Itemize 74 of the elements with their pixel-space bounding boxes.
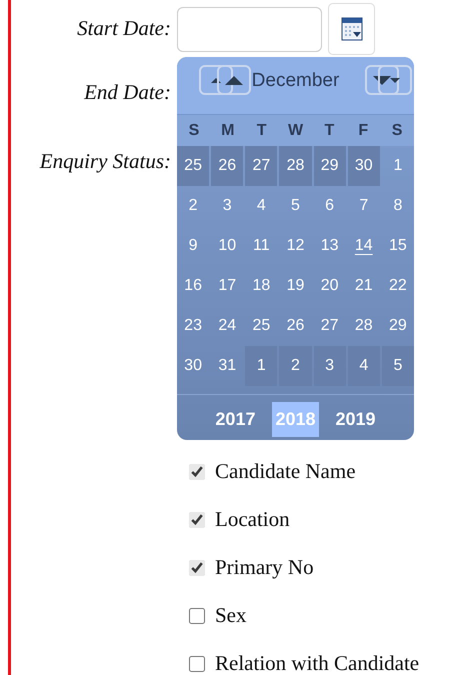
up-triangle-icon <box>225 76 243 84</box>
checkbox[interactable] <box>189 608 205 624</box>
day-button[interactable]: 27 <box>314 306 346 346</box>
month-label: December <box>252 69 340 94</box>
weekday-label: T <box>323 120 336 140</box>
weekday-label: S <box>188 120 200 140</box>
day-button[interactable]: 25 <box>245 306 278 346</box>
day-button[interactable]: 9 <box>177 226 210 266</box>
day-button[interactable]: 8 <box>382 186 414 226</box>
calendar-icon <box>340 17 362 41</box>
up-triangle-icon <box>211 78 221 82</box>
year-button[interactable]: 2017 <box>212 402 258 437</box>
weekday-label: W <box>286 120 304 140</box>
day-button[interactable]: 1 <box>382 146 414 186</box>
checkbox-label: Sex <box>215 602 246 630</box>
day-button[interactable]: 7 <box>348 186 380 226</box>
day-button[interactable]: 19 <box>279 266 312 306</box>
day-button[interactable]: 29 <box>314 146 346 186</box>
next-month-button[interactable] <box>365 65 399 95</box>
day-button[interactable]: 20 <box>314 266 346 306</box>
day-button[interactable]: 6 <box>314 186 346 226</box>
day-button[interactable]: 5 <box>279 186 312 226</box>
weekday-label: M <box>220 120 236 140</box>
previous-month-button[interactable] <box>217 65 251 95</box>
day-button[interactable]: 31 <box>211 346 244 386</box>
day-button[interactable]: 25 <box>177 146 210 186</box>
field-label: Start Date: <box>76 15 171 42</box>
day-button[interactable]: 15 <box>382 226 414 266</box>
field-label: End Date: <box>83 79 171 106</box>
day-button[interactable]: 29 <box>382 306 414 346</box>
day-button[interactable]: 18 <box>245 266 278 306</box>
day-button[interactable]: 11 <box>245 226 278 266</box>
calendar-button[interactable] <box>328 3 375 55</box>
day-button[interactable]: 23 <box>177 306 210 346</box>
day-button[interactable]: 3 <box>211 186 244 226</box>
day-button[interactable]: 28 <box>279 146 312 186</box>
day-button[interactable]: 10 <box>211 226 244 266</box>
day-button[interactable]: 1 <box>245 346 278 386</box>
day-button[interactable]: 14 <box>348 226 380 266</box>
day-button[interactable]: 17 <box>211 266 244 306</box>
year-button[interactable]: 2018 <box>272 402 319 437</box>
day-button[interactable]: 27 <box>245 146 278 186</box>
next-year-button[interactable] <box>378 65 412 95</box>
day-button[interactable]: 24 <box>211 306 244 346</box>
day-button[interactable]: 2 <box>279 346 312 386</box>
day-button[interactable]: 28 <box>348 306 380 346</box>
day-button[interactable]: 26 <box>211 146 244 186</box>
day-button[interactable]: 30 <box>348 146 380 186</box>
day-button[interactable]: 4 <box>348 346 380 386</box>
day-button[interactable]: 3 <box>314 346 346 386</box>
checkbox[interactable] <box>189 560 205 576</box>
checkbox[interactable] <box>189 512 205 528</box>
weekday-label: T <box>256 120 268 140</box>
day-button[interactable]: 16 <box>177 266 210 306</box>
checkbox-label: Location <box>215 506 290 534</box>
checkbox[interactable] <box>189 464 205 480</box>
day-button[interactable]: 30 <box>177 346 210 386</box>
day-button[interactable]: 13 <box>314 226 346 266</box>
checkbox-label: Primary No <box>215 554 314 582</box>
day-button[interactable]: 4 <box>245 186 278 226</box>
day-button[interactable]: 5 <box>382 346 414 386</box>
checkbox-label: Relation with Candidate <box>215 650 420 675</box>
day-button[interactable]: 21 <box>348 266 380 306</box>
weekday-label: S <box>390 120 404 140</box>
day-button[interactable]: 2 <box>177 186 210 226</box>
year-button[interactable]: 2019 <box>332 402 379 437</box>
date-field[interactable] <box>177 6 322 52</box>
checkbox[interactable] <box>189 656 205 672</box>
checkbox-label: Candidate Name <box>215 458 356 486</box>
field-label: Enquiry Status: <box>38 148 171 176</box>
weekday-label: F <box>357 120 370 140</box>
day-button[interactable]: 26 <box>279 306 312 346</box>
day-button[interactable]: 12 <box>279 226 312 266</box>
day-button[interactable]: 22 <box>382 266 414 306</box>
